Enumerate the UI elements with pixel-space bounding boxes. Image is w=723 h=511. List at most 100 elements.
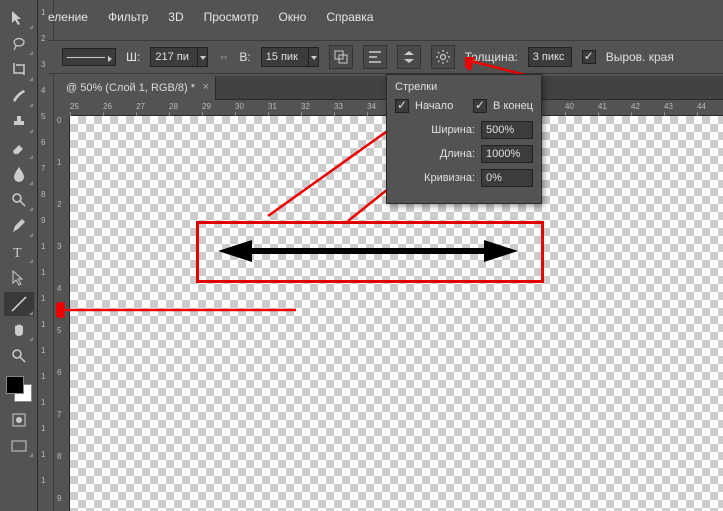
ruler-tick: 32 xyxy=(301,102,310,111)
ruler-tick: 4 xyxy=(57,284,61,293)
ruler-tick: 43 xyxy=(664,102,673,111)
ruler-tick: 33 xyxy=(334,102,343,111)
gutter-number: 5 xyxy=(41,112,45,121)
align-edges-label: Выров. края xyxy=(606,50,674,64)
gutter-number: 1 xyxy=(41,346,45,355)
ruler-tick: 44 xyxy=(697,102,706,111)
menu-item[interactable]: 3D xyxy=(168,10,183,24)
link-wh-icon[interactable]: ⇔ xyxy=(218,51,229,63)
arrow-width-input[interactable] xyxy=(481,121,533,139)
gutter-number: 1 xyxy=(41,320,45,329)
gutter-number: 1 xyxy=(41,268,45,277)
ruler-tick: 34 xyxy=(367,102,376,111)
menu-item[interactable]: Окно xyxy=(278,10,306,24)
eraser-tool[interactable] xyxy=(4,136,34,160)
ruler-tick: 29 xyxy=(202,102,211,111)
lasso-tool[interactable] xyxy=(4,32,34,56)
screenmode-toggle[interactable] xyxy=(4,434,34,458)
menu-item[interactable]: еление xyxy=(48,10,88,24)
arrow-end-label: В конец xyxy=(493,100,533,112)
arrow-curvature-input[interactable] xyxy=(481,169,533,187)
drawn-line-arrow xyxy=(218,236,518,266)
arrow-start-label: Начало xyxy=(415,100,453,112)
ruler-tick: 41 xyxy=(598,102,607,111)
path-selection-tool[interactable] xyxy=(4,266,34,290)
pen-tool[interactable] xyxy=(4,214,34,238)
crop-tool[interactable] xyxy=(4,58,34,82)
width-dropdown-icon[interactable] xyxy=(198,47,208,67)
menu-bar: еление Фильтр 3D Просмотр Окно Справка xyxy=(48,10,373,24)
align-icon[interactable] xyxy=(363,45,387,69)
ruler-tick: 2 xyxy=(57,200,61,209)
width-input[interactable] xyxy=(150,47,198,67)
gutter-number: 1 xyxy=(41,450,45,459)
gutter-number: 1 xyxy=(41,398,45,407)
gutter-number: 2 xyxy=(41,34,45,43)
arrow-length-input[interactable] xyxy=(481,145,533,163)
blur-tool[interactable] xyxy=(4,162,34,186)
gutter-number: 4 xyxy=(41,86,45,95)
ruler-tick: 31 xyxy=(268,102,277,111)
svg-text:T: T xyxy=(13,246,22,261)
ruler-tick: 9 xyxy=(57,494,61,503)
gutter-number: 3 xyxy=(41,60,45,69)
hand-tool[interactable] xyxy=(4,318,34,342)
gear-icon[interactable] xyxy=(431,45,455,69)
close-icon[interactable]: × xyxy=(203,81,209,93)
width-label: Ш: xyxy=(126,50,140,64)
gutter-number: 1 xyxy=(41,424,45,433)
ruler-tick: 6 xyxy=(57,368,61,377)
gutter-number: 1 xyxy=(41,294,45,303)
line-tool[interactable] xyxy=(4,292,34,316)
gutter-number: 8 xyxy=(41,190,45,199)
gutter-number: 1 xyxy=(41,372,45,381)
height-input[interactable] xyxy=(261,47,309,67)
thickness-input[interactable] xyxy=(528,47,572,67)
align-edges-checkbox[interactable] xyxy=(582,50,596,64)
ruler-tick: 1 xyxy=(57,158,61,167)
menu-item[interactable]: Просмотр xyxy=(204,10,259,24)
magnify-tool[interactable] xyxy=(4,188,34,212)
arrow-width-label: Ширина: xyxy=(431,124,475,136)
ruler-tick: 28 xyxy=(169,102,178,111)
panel-title: Стрелки xyxy=(395,81,533,93)
ruler-tick: 26 xyxy=(103,102,112,111)
gutter-number: 6 xyxy=(41,138,45,147)
arrow-end-checkbox[interactable] xyxy=(473,99,487,113)
ruler-tick: 8 xyxy=(57,452,61,461)
arrow-curvature-label: Кривизна: xyxy=(424,172,475,184)
zoom-tool[interactable] xyxy=(4,344,34,368)
type-tool[interactable]: T xyxy=(4,240,34,264)
gutter-number: 7 xyxy=(41,164,45,173)
height-dropdown-icon[interactable] xyxy=(309,47,319,67)
gutter-number: 1 xyxy=(41,8,45,17)
thickness-label: Толщина: xyxy=(465,50,518,64)
stroke-preset-dropdown[interactable] xyxy=(62,48,116,66)
arrowheads-panel: Стрелки Начало В конец Ширина: Длина: Кр… xyxy=(386,74,542,204)
ruler-tick: 3 xyxy=(57,242,61,251)
arrange-icon[interactable] xyxy=(397,45,421,69)
color-swatches[interactable] xyxy=(6,376,32,402)
quickmask-toggle[interactable] xyxy=(4,408,34,432)
document-tab-title: @ 50% (Слой 1, RGB/8) * xyxy=(66,82,195,94)
vertical-ruler: 0 1 2 3 4 5 6 7 8 9 xyxy=(54,116,70,511)
healing-brush-tool[interactable] xyxy=(4,84,34,108)
menu-item[interactable]: Справка xyxy=(326,10,373,24)
foreground-color-swatch[interactable] xyxy=(6,376,24,394)
ruler-tick: 7 xyxy=(57,410,61,419)
ruler-tick: 5 xyxy=(57,326,61,335)
gutter-number: 9 xyxy=(41,216,45,225)
tools-panel: T xyxy=(0,0,38,511)
gutter-number: 1 xyxy=(41,476,45,485)
menu-item[interactable]: Фильтр xyxy=(108,10,148,24)
ruler-tick: 25 xyxy=(70,102,79,111)
move-tool[interactable] xyxy=(4,6,34,30)
gutter-number: 1 xyxy=(41,242,45,251)
ruler-tick: 0 xyxy=(57,116,61,125)
ruler-tick: 40 xyxy=(565,102,574,111)
arrow-start-checkbox[interactable] xyxy=(395,99,409,113)
document-tab[interactable]: @ 50% (Слой 1, RGB/8) * × xyxy=(54,76,216,100)
stamp-tool[interactable] xyxy=(4,110,34,134)
path-ops-icon[interactable] xyxy=(329,45,353,69)
height-label: В: xyxy=(239,50,250,64)
